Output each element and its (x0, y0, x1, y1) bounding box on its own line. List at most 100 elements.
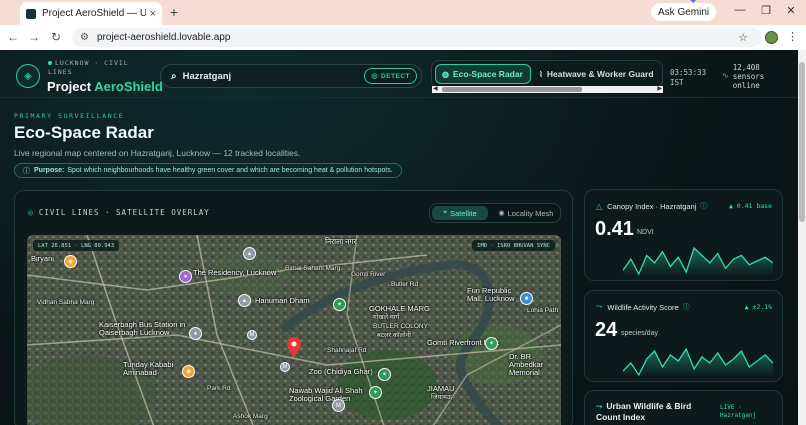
purpose-badge: ⓘ Purpose: Spot which neighbourhoods have… (14, 163, 402, 178)
satellite-map[interactable]: LAT 26.851 · LNG 80.943 IMD · ISRO BHUVA… (27, 235, 561, 425)
map-label: निराला नगर (325, 237, 357, 246)
bus-station-pin-icon[interactable]: ● (189, 327, 202, 340)
zoo-pin-icon[interactable]: ✦ (369, 386, 382, 399)
crosshair-icon: ◎ (371, 73, 378, 80)
mode-scrollbar[interactable]: ◀ ▶ (432, 86, 663, 93)
forward-icon[interactable]: → (27, 30, 41, 44)
maximize-window-icon[interactable]: ❐ (759, 4, 773, 17)
wildlife-delta: ▲ ±2.1% (744, 303, 772, 311)
landmark-pin-icon[interactable]: ▲ (243, 247, 256, 260)
info-icon[interactable]: ⓘ (683, 302, 690, 312)
locality-search-input[interactable]: ⌕ Hazratganj ◎ DETECT (160, 64, 422, 88)
shopping-pin-icon[interactable]: ■ (520, 292, 533, 305)
shield-logo-icon: ◈ (16, 64, 40, 88)
coordinates-badge: LAT 26.851 · LNG 80.943 (33, 240, 120, 251)
map-label: Vidhan Sabha Marg (37, 299, 95, 306)
canopy-unit: NDVI (637, 229, 654, 236)
canopy-value: 0.41 (595, 218, 634, 240)
scroll-left-icon[interactable]: ◀ (433, 85, 438, 92)
bookmark-star-icon[interactable]: ☆ (738, 31, 748, 44)
map-label: बटलर कॉलोनी (377, 332, 411, 339)
metro-pin-icon[interactable]: M (280, 362, 290, 372)
bird-icon: ⤳ (596, 402, 603, 411)
reload-icon[interactable]: ↻ (49, 30, 63, 44)
sensors-status: ∿ 12,408 sensors online (722, 63, 783, 90)
location-kicker: LUCKNOW · CIVIL LINES (48, 59, 129, 76)
page-scrollbar-thumb[interactable] (799, 62, 805, 222)
map-label: गोखले मार्ग (373, 314, 400, 321)
clock-zone: IST (670, 78, 684, 87)
metro-pin-icon[interactable]: M (247, 330, 257, 340)
wildlife-card-title: ⤳ Wildlife Activity Score ⓘ (596, 302, 690, 312)
map-label: BUTLER COLONY (373, 323, 428, 330)
profile-avatar[interactable] (765, 31, 778, 44)
location-marker-icon[interactable] (287, 337, 301, 357)
bird-count-card: ⤳ Urban Wildlife & Bird Count Index LIVE … (584, 390, 783, 425)
info-icon[interactable]: ⓘ (700, 201, 707, 211)
scrollbar-thumb[interactable] (442, 87, 582, 92)
live-badge: LIVE · Hazratganj (720, 404, 757, 419)
map-label: Park Rd (207, 385, 231, 392)
tree-icon: △ (596, 201, 603, 211)
zoo-pin-icon[interactable]: ✦ (378, 368, 391, 381)
browser-tab-strip: Project AeroShield — Urban Cli × + ✦ Ask… (0, 0, 806, 25)
back-icon[interactable]: ← (6, 30, 20, 44)
info-icon: ⓘ (23, 167, 30, 175)
map-card: ◎ CIVIL LINES · SATELLITE OVERLAY ⌖ Satell… (14, 190, 573, 425)
data-source-badge: IMD · ISRO BHUVAN SYNC (472, 240, 555, 251)
scroll-right-icon[interactable]: ▶ (657, 85, 662, 92)
ask-gemini-button[interactable]: ✦ Ask Gemini (651, 0, 717, 21)
map-label: जियामऊ (431, 394, 452, 401)
browser-toolbar: ← → ↻ ⚙ project-aeroshield.lovable.app ☆… (0, 25, 806, 50)
page-title: Eco-Space Radar (14, 123, 154, 142)
app-header: ◈ LUCKNOW · CIVIL LINES Project AeroShie… (0, 50, 798, 98)
tab-close-icon[interactable]: × (150, 8, 156, 20)
canopy-card-title: △ Canopy Index · Hazratganj ⓘ (596, 201, 708, 211)
map-label: Shahnajaf Rd (327, 347, 367, 354)
map-label: Hanuman Dham (255, 296, 310, 305)
browser-menu-icon[interactable]: ⋮ (787, 30, 798, 43)
minimize-window-icon[interactable]: — (733, 4, 747, 16)
detect-button[interactable]: ◎ DETECT (364, 68, 417, 84)
app-viewport: ◈ LUCKNOW · CIVIL LINES Project AeroShie… (0, 50, 798, 425)
wildlife-activity-card: ⤳ Wildlife Activity Score ⓘ ▲ ±2.1% 24 spe… (584, 290, 783, 382)
pulse-icon: ∿ (722, 71, 729, 80)
canopy-sparkline (623, 246, 773, 276)
clock: 03:53:33 IST (670, 68, 706, 88)
wildlife-value: 24 (595, 319, 618, 341)
tab-title: Project AeroShield — Urban Cli (42, 8, 146, 19)
wildlife-unit: species/day (621, 330, 658, 337)
park-pin-icon[interactable]: ✦ (485, 337, 498, 350)
sensors-label: sensors online (732, 72, 765, 90)
brand-title[interactable]: Project AeroShield (47, 79, 163, 94)
map-label: Lohia Path (527, 307, 559, 314)
museum-pin-icon[interactable]: ● (179, 270, 192, 283)
temple-pin-icon[interactable]: ▲ (238, 294, 251, 307)
toggle-locality-mesh[interactable]: ◉ Locality Mesh (492, 206, 560, 220)
map-label: Birbal Sahani Marg (285, 265, 341, 272)
sensors-count: 12,408 (732, 63, 760, 72)
canopy-index-card: △ Canopy Index · Hazratganj ⓘ ▲ 0.41 base … (584, 189, 783, 281)
browser-tab[interactable]: Project AeroShield — Urban Cli × (20, 2, 162, 25)
live-dot-icon (48, 61, 52, 65)
bird-count-title: ⤳ Urban Wildlife & Bird Count Index (596, 401, 692, 422)
park-pin-icon[interactable]: ✦ (333, 298, 346, 311)
tab-heatwave-worker-guard[interactable]: ⌇ Heatwave & Worker Guard (536, 64, 654, 84)
radar-icon: ◍ (442, 69, 449, 79)
search-icon: ⌕ (171, 70, 177, 82)
toggle-satellite[interactable]: ⌖ Satellite (432, 206, 488, 220)
restaurant-pin-icon[interactable]: ◆ (182, 365, 195, 378)
address-bar[interactable]: ⚙ project-aeroshield.lovable.app ☆ (72, 28, 762, 47)
wildlife-sparkline (623, 347, 773, 377)
page-scrollbar[interactable] (798, 50, 806, 425)
close-window-icon[interactable]: ✕ (784, 4, 798, 17)
map-card-title: ◎ CIVIL LINES · SATELLITE OVERLAY (28, 208, 210, 217)
tab-eco-space-radar[interactable]: ◍ Eco-Space Radar (435, 64, 531, 84)
metro-pin-icon[interactable]: M (332, 399, 345, 412)
map-label: GOKHALE MARG (369, 304, 430, 313)
map-label: Dr. BR Ambedkar Memorial (509, 352, 544, 377)
site-settings-icon[interactable]: ⚙ (80, 32, 89, 43)
new-tab-button[interactable]: + (166, 4, 182, 20)
restaurant-pin-icon[interactable]: ◆ (64, 255, 77, 268)
bird-icon: ⤳ (596, 302, 603, 311)
